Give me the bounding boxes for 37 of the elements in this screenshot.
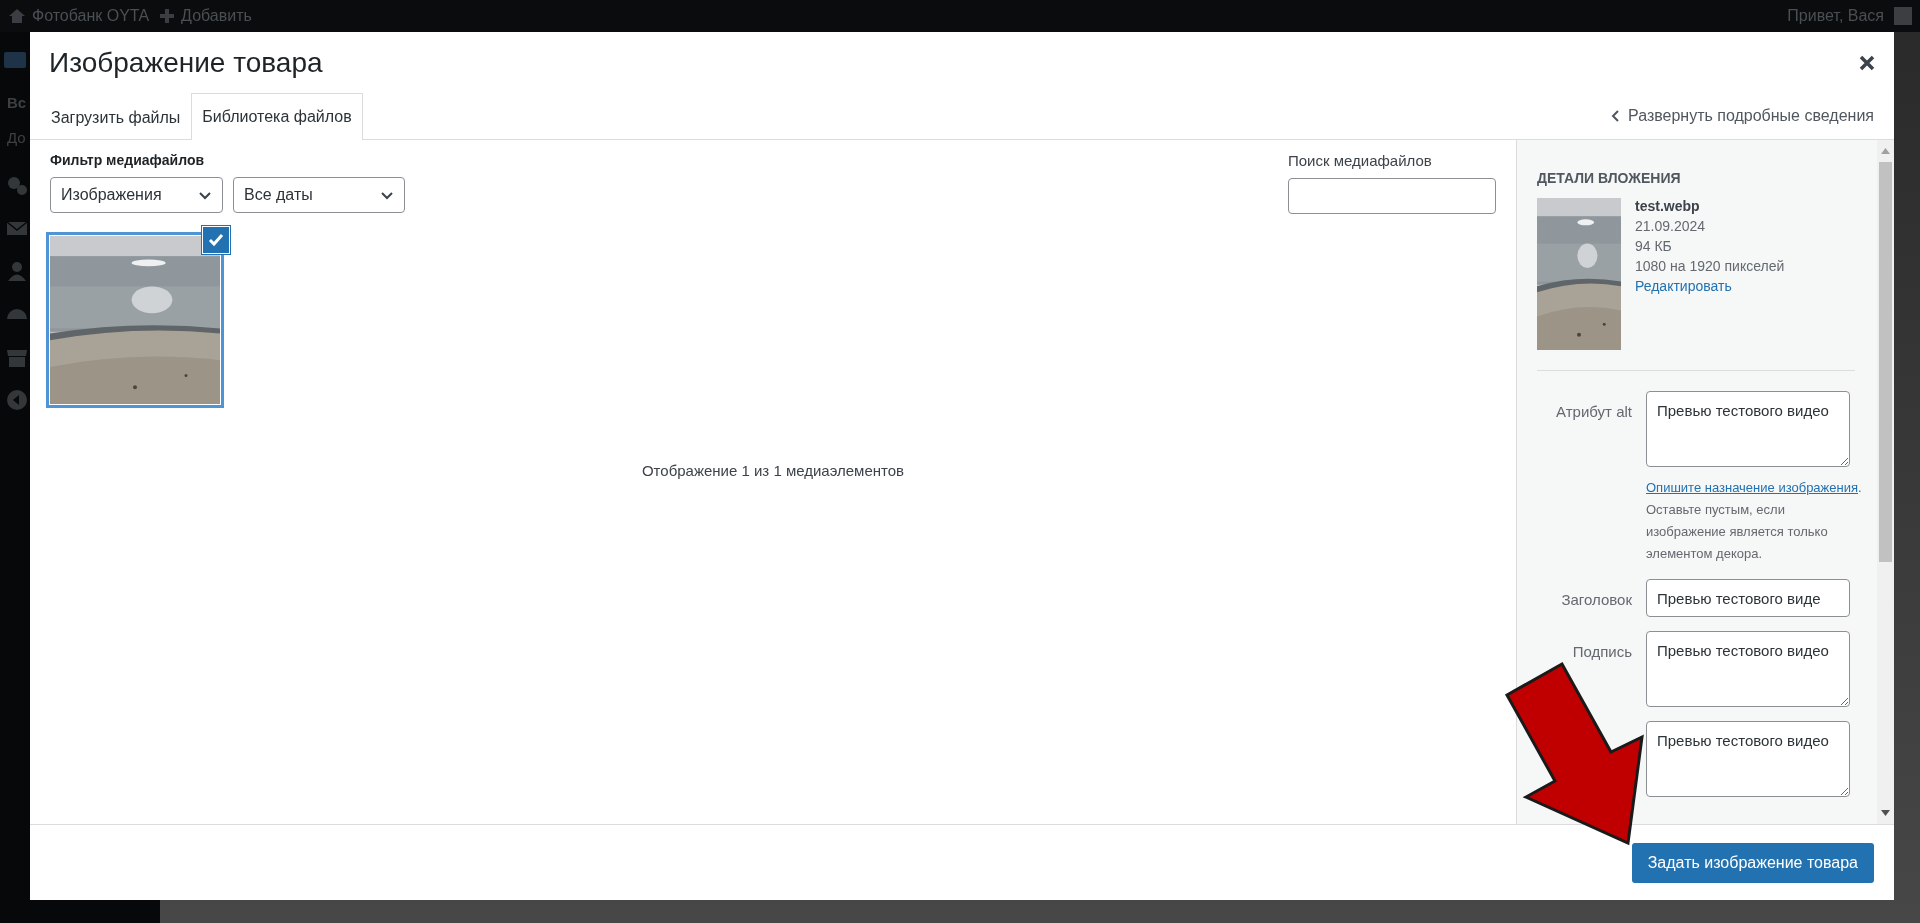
field-label: Подпись — [1571, 642, 1632, 662]
type-dropdown[interactable]: Изображения — [50, 177, 223, 213]
date-dropdown[interactable]: Все даты — [233, 177, 405, 213]
filter-label: Фильтр медиафайлов — [50, 152, 206, 168]
details-heading: ДЕТАЛИ ВЛОЖЕНИЯ — [1537, 170, 1682, 186]
edit-link[interactable]: Редактировать — [1635, 278, 1785, 294]
search-field[interactable] — [1288, 178, 1496, 214]
text-area[interactable]: Превью тестового видео — [1646, 631, 1850, 707]
chevron-left-icon — [1610, 109, 1620, 123]
field-label: Заголовок — [1560, 590, 1632, 610]
scroll-up-icon[interactable] — [1881, 148, 1890, 154]
tab[interactable]: Библиотека файлов — [191, 93, 363, 140]
text-area[interactable]: Превью тестового видео — [1646, 721, 1850, 797]
search-label: Поиск медиафайлов — [1288, 152, 1433, 169]
details-toggle-link[interactable]: Развернуть подробные сведения — [1604, 106, 1880, 126]
input-field[interactable]: Превью тестового виде — [1646, 579, 1850, 617]
plus-icon[interactable] — [159, 8, 176, 24]
collapse-icon[interactable] — [6, 389, 28, 411]
person-icon[interactable] — [6, 260, 28, 282]
media-menu-icon[interactable] — [4, 52, 26, 68]
media-count-text: Отображение 1 из 1 медиаэлементов — [641, 462, 905, 479]
help-text: Опишите назначение изображения. Оставьте пустым, если изображение является только элементом декора. — [1646, 479, 1860, 563]
check-icon[interactable] — [203, 227, 229, 253]
scrollbar[interactable] — [1877, 140, 1894, 824]
image-dimensions: 1080 на 1920 пикселей — [1635, 258, 1785, 274]
set-image-button[interactable]: Задать изображение товара — [1631, 842, 1874, 883]
scroll-down-icon[interactable] — [1881, 810, 1890, 816]
avatar-icon[interactable] — [1894, 7, 1912, 25]
file-name: test.webp — [1635, 198, 1701, 214]
file-size: 94 КБ — [1635, 238, 1673, 254]
field-label: Атрибут alt — [1555, 402, 1632, 422]
upload-date: 21.09.2024 — [1635, 218, 1707, 234]
home-icon[interactable] — [8, 7, 26, 25]
help-link[interactable]: Опишите назначение изображения — [1646, 480, 1858, 495]
modal-title: Изображение товара — [49, 46, 324, 79]
text-area[interactable]: Превью тестового видео — [1646, 391, 1850, 467]
tab[interactable]: Загрузить файлы — [40, 94, 192, 140]
